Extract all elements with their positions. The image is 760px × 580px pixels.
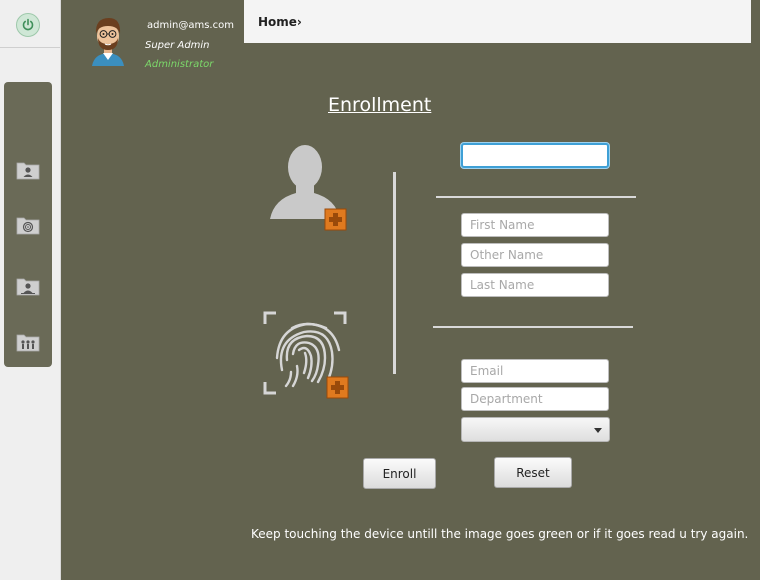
- power-icon: [22, 18, 34, 31]
- group-folder-icon: [16, 334, 40, 352]
- photo-upload[interactable]: [268, 143, 352, 233]
- user-folder-alt-icon: [16, 278, 40, 296]
- fingerprint-folder-icon: [16, 217, 40, 235]
- sidebar: [0, 0, 61, 580]
- first-name-input[interactable]: [461, 213, 609, 237]
- sidebar-divider: [0, 47, 60, 48]
- sidebar-item-users[interactable]: [16, 160, 40, 180]
- top-bar: Home›: [244, 0, 751, 43]
- profile-role: Super Admin: [145, 40, 210, 51]
- profile-title: Administrator: [145, 59, 214, 70]
- horizontal-divider: [436, 196, 636, 198]
- id-input[interactable]: [461, 143, 609, 168]
- vertical-divider: [393, 172, 396, 374]
- sidebar-item-groups[interactable]: [16, 332, 40, 352]
- fingerprint-scan[interactable]: [262, 310, 352, 400]
- sidebar-item-fingerprint[interactable]: [16, 215, 40, 235]
- avatar: [92, 18, 124, 66]
- user-folder-icon: [16, 162, 40, 180]
- other-name-input[interactable]: [461, 243, 609, 267]
- enroll-button[interactable]: Enroll: [363, 458, 436, 489]
- reset-button[interactable]: Reset: [494, 457, 572, 488]
- power-button[interactable]: [16, 13, 40, 37]
- department-input[interactable]: [461, 387, 609, 411]
- profile-email: admin@ams.com: [147, 20, 234, 31]
- add-fingerprint-icon: [326, 376, 349, 399]
- side-menu: [4, 82, 52, 367]
- last-name-input[interactable]: [461, 273, 609, 297]
- category-select[interactable]: [461, 417, 610, 442]
- user-silhouette-icon: [270, 145, 347, 231]
- horizontal-divider: [433, 326, 633, 328]
- user-profile: admin@ams.com Super Admin Administrator: [60, 0, 244, 76]
- instruction-text: Keep touching the device untill the imag…: [251, 527, 749, 541]
- breadcrumb[interactable]: Home›: [258, 15, 302, 29]
- fingerprint-icon: [263, 311, 349, 399]
- sidebar-item-user-records[interactable]: [16, 276, 40, 296]
- email-input[interactable]: [461, 359, 609, 383]
- chevron-down-icon: [594, 428, 602, 433]
- add-photo-icon: [324, 208, 347, 231]
- page-title: Enrollment: [328, 94, 432, 116]
